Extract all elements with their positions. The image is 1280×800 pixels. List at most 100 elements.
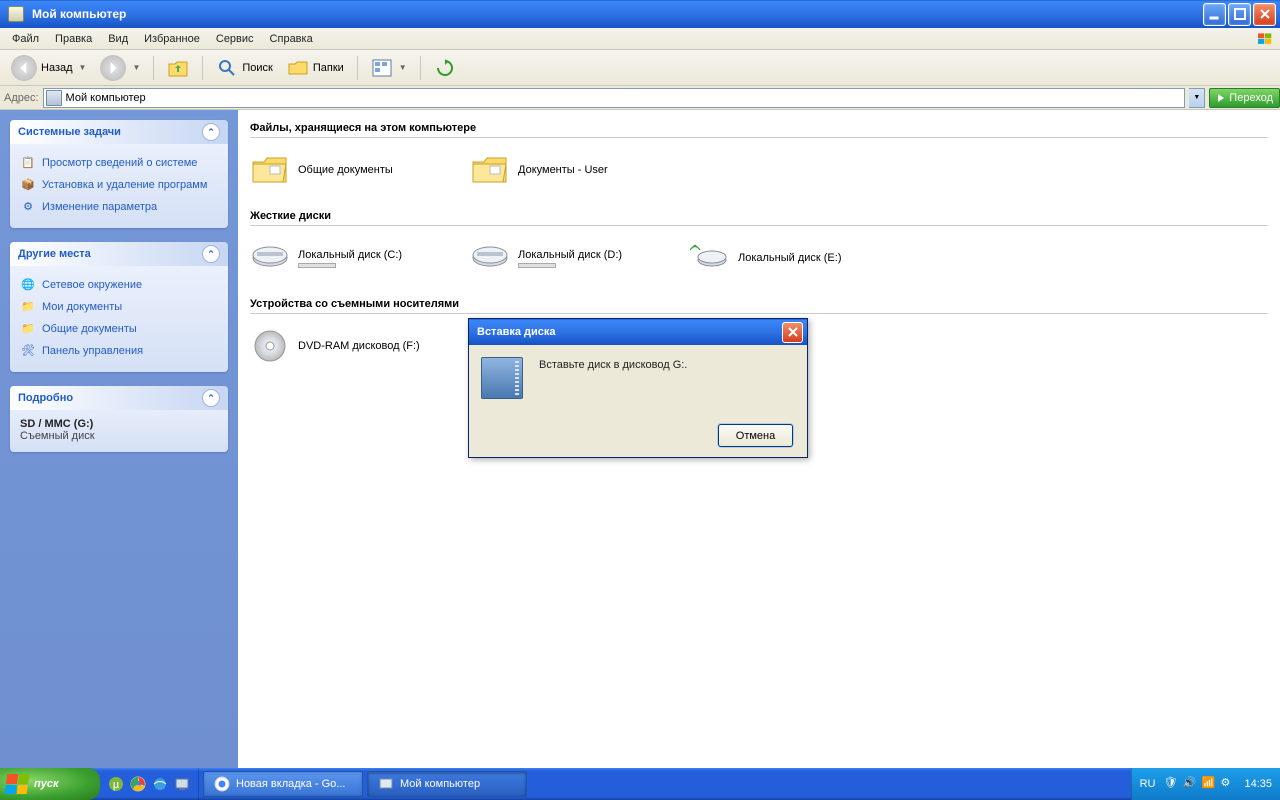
place-my-docs[interactable]: 📁Мои документы <box>20 296 218 318</box>
menu-edit[interactable]: Правка <box>47 29 100 49</box>
folders-icon <box>287 57 309 79</box>
desktop-icon[interactable] <box>172 774 192 794</box>
dvd-icon <box>250 328 290 364</box>
task-change-setting[interactable]: ⚙Изменение параметра <box>20 196 218 218</box>
address-field[interactable]: Мой компьютер <box>43 88 1186 108</box>
item-label: Локальный диск (C:) <box>298 249 402 261</box>
search-button[interactable]: Поиск <box>211 54 277 82</box>
tray-icon[interactable]: 📶 <box>1201 776 1217 792</box>
collapse-icon[interactable]: ⌃ <box>202 123 220 141</box>
dialog-close-button[interactable] <box>782 322 803 343</box>
start-label: пуск <box>34 778 59 790</box>
tray-icon[interactable]: 🔊 <box>1182 776 1198 792</box>
folder-icon: 📁 <box>20 299 36 315</box>
views-button[interactable]: ▼ <box>366 54 412 82</box>
programs-icon: 📦 <box>20 177 36 193</box>
panel-other-places: Другие места ⌃ 🌐Сетевое окружение 📁Мои д… <box>10 242 228 372</box>
up-button[interactable] <box>162 54 194 82</box>
minimize-button[interactable] <box>1203 3 1226 26</box>
utorrent-icon[interactable]: µ <box>106 774 126 794</box>
titlebar: Мой компьютер <box>0 0 1280 28</box>
item-label: Документы - User <box>518 164 608 176</box>
address-dropdown[interactable]: ▼ <box>1189 88 1205 108</box>
settings-icon: ⚙ <box>20 199 36 215</box>
clock[interactable]: 14:35 <box>1244 778 1272 790</box>
panel-header[interactable]: Подробно ⌃ <box>10 386 228 410</box>
folder-up-icon <box>167 57 189 79</box>
maximize-button[interactable] <box>1228 3 1251 26</box>
chevron-down-icon: ▼ <box>399 63 407 72</box>
details-name: SD / MMC (G:) <box>20 418 218 430</box>
sidebar: Системные задачи ⌃ 📋Просмотр сведений о … <box>0 110 238 768</box>
item-dvd-drive[interactable]: DVD-RAM дисковод (F:) <box>250 328 470 364</box>
panel-header[interactable]: Другие места ⌃ <box>10 242 228 266</box>
menu-view[interactable]: Вид <box>100 29 136 49</box>
folder-icon: 📁 <box>20 321 36 337</box>
chrome-icon[interactable] <box>128 774 148 794</box>
chrome-icon <box>214 776 230 792</box>
ie-icon[interactable] <box>150 774 170 794</box>
menu-favorites[interactable]: Избранное <box>136 29 208 49</box>
quick-launch: µ <box>100 768 199 800</box>
folders-button[interactable]: Папки <box>282 54 349 82</box>
refresh-button[interactable] <box>429 54 461 82</box>
network-disk-icon <box>690 240 730 276</box>
task-add-remove[interactable]: 📦Установка и удаление программ <box>20 174 218 196</box>
item-label: Локальный диск (D:) <box>518 249 622 261</box>
folder-icon <box>250 152 290 188</box>
taskbar-app-chrome[interactable]: Новая вкладка - Go... <box>203 771 363 797</box>
search-icon <box>216 57 238 79</box>
panel-title: Системные задачи <box>18 126 121 138</box>
collapse-icon[interactable]: ⌃ <box>202 389 220 407</box>
panel-details: Подробно ⌃ SD / MMC (G:) Съемный диск <box>10 386 228 452</box>
refresh-icon <box>434 57 456 79</box>
item-disk-e[interactable]: Локальный диск (E:) <box>690 240 910 276</box>
chevron-down-icon: ▼ <box>79 63 87 72</box>
task-system-info[interactable]: 📋Просмотр сведений о системе <box>20 152 218 174</box>
item-label: DVD-RAM дисковод (F:) <box>298 340 420 352</box>
tray-icon[interactable]: 🛡 <box>1163 776 1179 792</box>
item-user-docs[interactable]: Документы - User <box>470 152 690 188</box>
taskbar: пуск µ Новая вкладка - Go... Мой компьют… <box>0 768 1280 800</box>
usage-bar <box>518 263 556 268</box>
go-button[interactable]: Переход <box>1209 88 1280 108</box>
details-type: Съемный диск <box>20 430 218 442</box>
folder-icon <box>470 152 510 188</box>
panel-title: Подробно <box>18 392 73 404</box>
item-label: Общие документы <box>298 164 393 176</box>
dialog-titlebar[interactable]: Вставка диска <box>469 319 807 345</box>
menu-file[interactable]: Файл <box>4 29 47 49</box>
place-control-panel[interactable]: 🛠Панель управления <box>20 340 218 362</box>
windows-logo-icon <box>5 774 30 794</box>
panel-system-tasks: Системные задачи ⌃ 📋Просмотр сведений о … <box>10 120 228 228</box>
close-button[interactable] <box>1253 3 1276 26</box>
addressbar: Адрес: Мой компьютер ▼ Переход <box>0 86 1280 110</box>
cancel-button[interactable]: Отмена <box>718 424 793 447</box>
computer-icon <box>378 776 394 792</box>
item-disk-c[interactable]: Локальный диск (C:) <box>250 240 470 276</box>
place-shared-docs[interactable]: 📁Общие документы <box>20 318 218 340</box>
hard-disk-icon <box>470 240 510 276</box>
back-button[interactable]: Назад ▼ <box>6 52 91 84</box>
forward-icon <box>100 55 126 81</box>
network-icon: 🌐 <box>20 277 36 293</box>
panel-header[interactable]: Системные задачи ⌃ <box>10 120 228 144</box>
forward-button[interactable]: ▼ <box>95 52 145 84</box>
collapse-icon[interactable]: ⌃ <box>202 245 220 263</box>
start-button[interactable]: пуск <box>0 768 100 800</box>
folders-label: Папки <box>313 62 344 74</box>
svg-text:µ: µ <box>113 779 120 791</box>
group-removable: Устройства со съемными носителями <box>250 292 1268 314</box>
menubar: Файл Правка Вид Избранное Сервис Справка <box>0 28 1280 50</box>
taskbar-app-explorer[interactable]: Мой компьютер <box>367 771 527 797</box>
tray-icon[interactable]: ⚙ <box>1220 776 1236 792</box>
place-network[interactable]: 🌐Сетевое окружение <box>20 274 218 296</box>
group-hard-disks: Жесткие диски <box>250 204 1268 226</box>
item-disk-d[interactable]: Локальный диск (D:) <box>470 240 690 276</box>
menu-help[interactable]: Справка <box>262 29 321 49</box>
menu-tools[interactable]: Сервис <box>208 29 262 49</box>
hard-disk-icon <box>250 240 290 276</box>
dialog-title: Вставка диска <box>477 326 556 338</box>
item-shared-docs[interactable]: Общие документы <box>250 152 470 188</box>
language-indicator[interactable]: RU <box>1140 778 1156 790</box>
